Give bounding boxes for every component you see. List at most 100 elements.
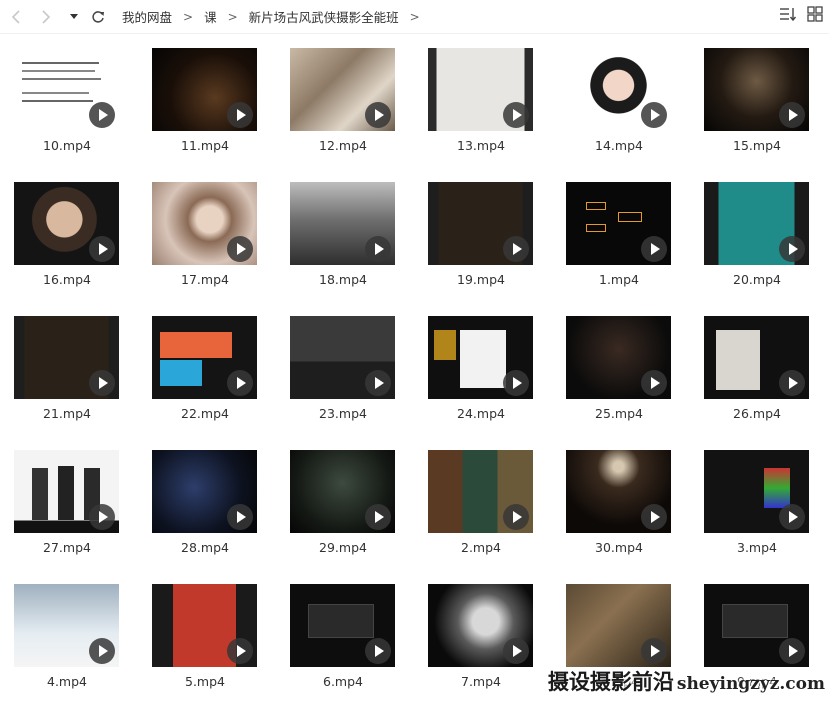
file-tile[interactable]: 12.mp4 — [288, 40, 398, 160]
play-icon[interactable] — [227, 102, 253, 128]
video-thumbnail[interactable] — [14, 48, 119, 131]
file-name[interactable]: 11.mp4 — [150, 138, 260, 153]
play-icon[interactable] — [227, 370, 253, 396]
play-icon[interactable] — [503, 370, 529, 396]
video-thumbnail[interactable] — [428, 182, 533, 265]
file-tile[interactable]: 18.mp4 — [288, 174, 398, 294]
play-icon[interactable] — [89, 638, 115, 664]
file-name[interactable]: 12.mp4 — [288, 138, 398, 153]
file-tile[interactable]: 29.mp4 — [288, 442, 398, 562]
chevron-left-icon[interactable] — [4, 5, 28, 29]
refresh-icon[interactable] — [86, 5, 110, 29]
video-thumbnail[interactable] — [566, 450, 671, 533]
file-name[interactable]: 23.mp4 — [288, 406, 398, 421]
breadcrumb-item-my-drive[interactable]: 我的网盘 — [120, 7, 174, 26]
video-thumbnail[interactable] — [152, 450, 257, 533]
video-thumbnail[interactable] — [152, 584, 257, 667]
sort-list-icon[interactable] — [779, 6, 797, 26]
file-tile[interactable]: 17.mp4 — [150, 174, 260, 294]
file-name[interactable]: 22.mp4 — [150, 406, 260, 421]
file-name[interactable]: 3.mp4 — [702, 540, 812, 555]
file-name[interactable]: 13.mp4 — [426, 138, 536, 153]
play-icon[interactable] — [365, 102, 391, 128]
video-thumbnail[interactable] — [566, 316, 671, 399]
video-thumbnail[interactable] — [152, 316, 257, 399]
video-thumbnail[interactable] — [428, 450, 533, 533]
file-tile[interactable]: 14.mp4 — [564, 40, 674, 160]
file-name[interactable]: 5.mp4 — [150, 674, 260, 689]
play-icon[interactable] — [89, 236, 115, 262]
file-name[interactable]: 14.mp4 — [564, 138, 674, 153]
breadcrumb-item-course[interactable]: 课 — [202, 7, 219, 26]
file-name[interactable]: 19.mp4 — [426, 272, 536, 287]
file-name[interactable]: 27.mp4 — [12, 540, 122, 555]
video-thumbnail[interactable] — [704, 48, 809, 131]
file-name[interactable]: 17.mp4 — [150, 272, 260, 287]
file-name[interactable]: 7.mp4 — [426, 674, 536, 689]
play-icon[interactable] — [227, 638, 253, 664]
file-tile[interactable]: 26.mp4 — [702, 308, 812, 428]
video-thumbnail[interactable] — [704, 182, 809, 265]
file-name[interactable]: 4.mp4 — [12, 674, 122, 689]
file-name[interactable]: 28.mp4 — [150, 540, 260, 555]
file-tile[interactable]: 1.mp4 — [564, 174, 674, 294]
file-name[interactable]: 24.mp4 — [426, 406, 536, 421]
file-tile[interactable]: 2.mp4 — [426, 442, 536, 562]
play-icon[interactable] — [641, 638, 667, 664]
play-icon[interactable] — [503, 102, 529, 128]
file-name[interactable]: 21.mp4 — [12, 406, 122, 421]
play-icon[interactable] — [227, 236, 253, 262]
video-thumbnail[interactable] — [152, 48, 257, 131]
video-thumbnail[interactable] — [290, 48, 395, 131]
file-name[interactable]: 29.mp4 — [288, 540, 398, 555]
file-tile[interactable]: 30.mp4 — [564, 442, 674, 562]
file-name[interactable]: 2.mp4 — [426, 540, 536, 555]
video-thumbnail[interactable] — [428, 584, 533, 667]
breadcrumb-separator[interactable]: > — [410, 10, 420, 24]
file-tile[interactable]: 21.mp4 — [12, 308, 122, 428]
video-thumbnail[interactable] — [704, 316, 809, 399]
file-tile[interactable]: 19.mp4 — [426, 174, 536, 294]
video-thumbnail[interactable] — [704, 450, 809, 533]
file-tile[interactable]: 10.mp4 — [12, 40, 122, 160]
video-thumbnail[interactable] — [152, 182, 257, 265]
video-thumbnail[interactable] — [566, 48, 671, 131]
play-icon[interactable] — [89, 504, 115, 530]
play-icon[interactable] — [89, 370, 115, 396]
file-name[interactable]: 18.mp4 — [288, 272, 398, 287]
file-tile[interactable]: 27.mp4 — [12, 442, 122, 562]
play-icon[interactable] — [641, 236, 667, 262]
play-icon[interactable] — [503, 638, 529, 664]
file-tile[interactable]: 16.mp4 — [12, 174, 122, 294]
video-thumbnail[interactable] — [290, 316, 395, 399]
file-name[interactable]: 6.mp4 — [288, 674, 398, 689]
video-thumbnail[interactable] — [14, 584, 119, 667]
file-name[interactable]: 25.mp4 — [564, 406, 674, 421]
play-icon[interactable] — [779, 504, 805, 530]
file-tile[interactable]: 4.mp4 — [12, 576, 122, 696]
play-icon[interactable] — [365, 638, 391, 664]
file-tile[interactable]: 22.mp4 — [150, 308, 260, 428]
file-name[interactable]: 15.mp4 — [702, 138, 812, 153]
file-tile[interactable]: 3.mp4 — [702, 442, 812, 562]
chevron-right-icon[interactable] — [34, 5, 58, 29]
video-thumbnail[interactable] — [428, 48, 533, 131]
file-tile[interactable]: 6.mp4 — [288, 576, 398, 696]
play-icon[interactable] — [641, 102, 667, 128]
file-name[interactable]: 1.mp4 — [564, 272, 674, 287]
file-tile[interactable]: 24.mp4 — [426, 308, 536, 428]
file-tile[interactable]: 23.mp4 — [288, 308, 398, 428]
play-icon[interactable] — [779, 370, 805, 396]
play-icon[interactable] — [227, 504, 253, 530]
file-name[interactable]: 20.mp4 — [702, 272, 812, 287]
file-name[interactable]: 26.mp4 — [702, 406, 812, 421]
play-icon[interactable] — [503, 236, 529, 262]
video-thumbnail[interactable] — [14, 182, 119, 265]
file-tile[interactable]: 20.mp4 — [702, 174, 812, 294]
file-tile[interactable]: 15.mp4 — [702, 40, 812, 160]
play-icon[interactable] — [779, 102, 805, 128]
play-icon[interactable] — [779, 236, 805, 262]
play-icon[interactable] — [365, 504, 391, 530]
grid-view-icon[interactable] — [807, 6, 823, 26]
play-icon[interactable] — [641, 370, 667, 396]
